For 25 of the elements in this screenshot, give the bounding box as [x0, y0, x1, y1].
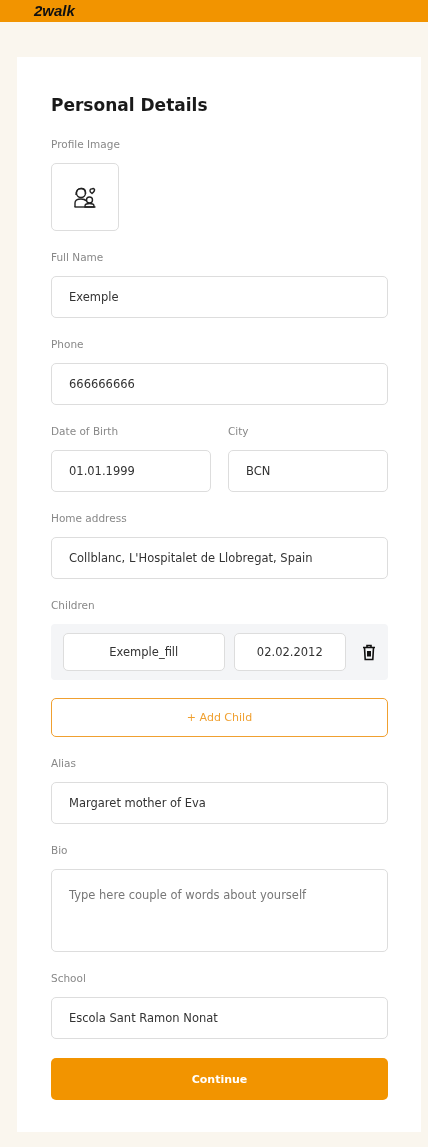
input-field[interactable]: Exemple_fill [63, 633, 225, 671]
input-field[interactable]: BCN [228, 450, 388, 492]
input-field[interactable]: Collblanc, L'Hospitalet de Llobregat, Spain [51, 537, 388, 579]
field-label: Children [51, 598, 96, 612]
input-field[interactable]: Exemple [51, 276, 388, 318]
field-label: Phone [51, 337, 85, 351]
field-label: School [51, 971, 87, 985]
delete-icon[interactable] [362, 643, 376, 661]
bio-field[interactable]: Type here couple of words about yourself [51, 869, 388, 952]
field-label: Alias [51, 756, 77, 770]
field-label: Full Name [51, 250, 105, 264]
profile-image-button[interactable] [51, 163, 119, 231]
field-label: Profile Image [51, 137, 121, 151]
input-field[interactable]: Escola Sant Ramon Nonat [51, 997, 388, 1039]
form-title: Personal Details [51, 95, 209, 115]
family-icon [73, 185, 97, 209]
input-field[interactable]: 666666666 [51, 363, 388, 405]
field-label: Home address [51, 511, 128, 525]
field-label: Bio [51, 843, 69, 857]
logo[interactable]: 2walk [34, 3, 75, 19]
field-label: Date of Birth [51, 424, 120, 438]
input-field[interactable]: Margaret mother of Eva [51, 782, 388, 824]
input-field[interactable]: 01.01.1999 [51, 450, 211, 492]
field-label: City [228, 424, 250, 438]
input-field[interactable]: 02.02.2012 [233, 633, 346, 671]
